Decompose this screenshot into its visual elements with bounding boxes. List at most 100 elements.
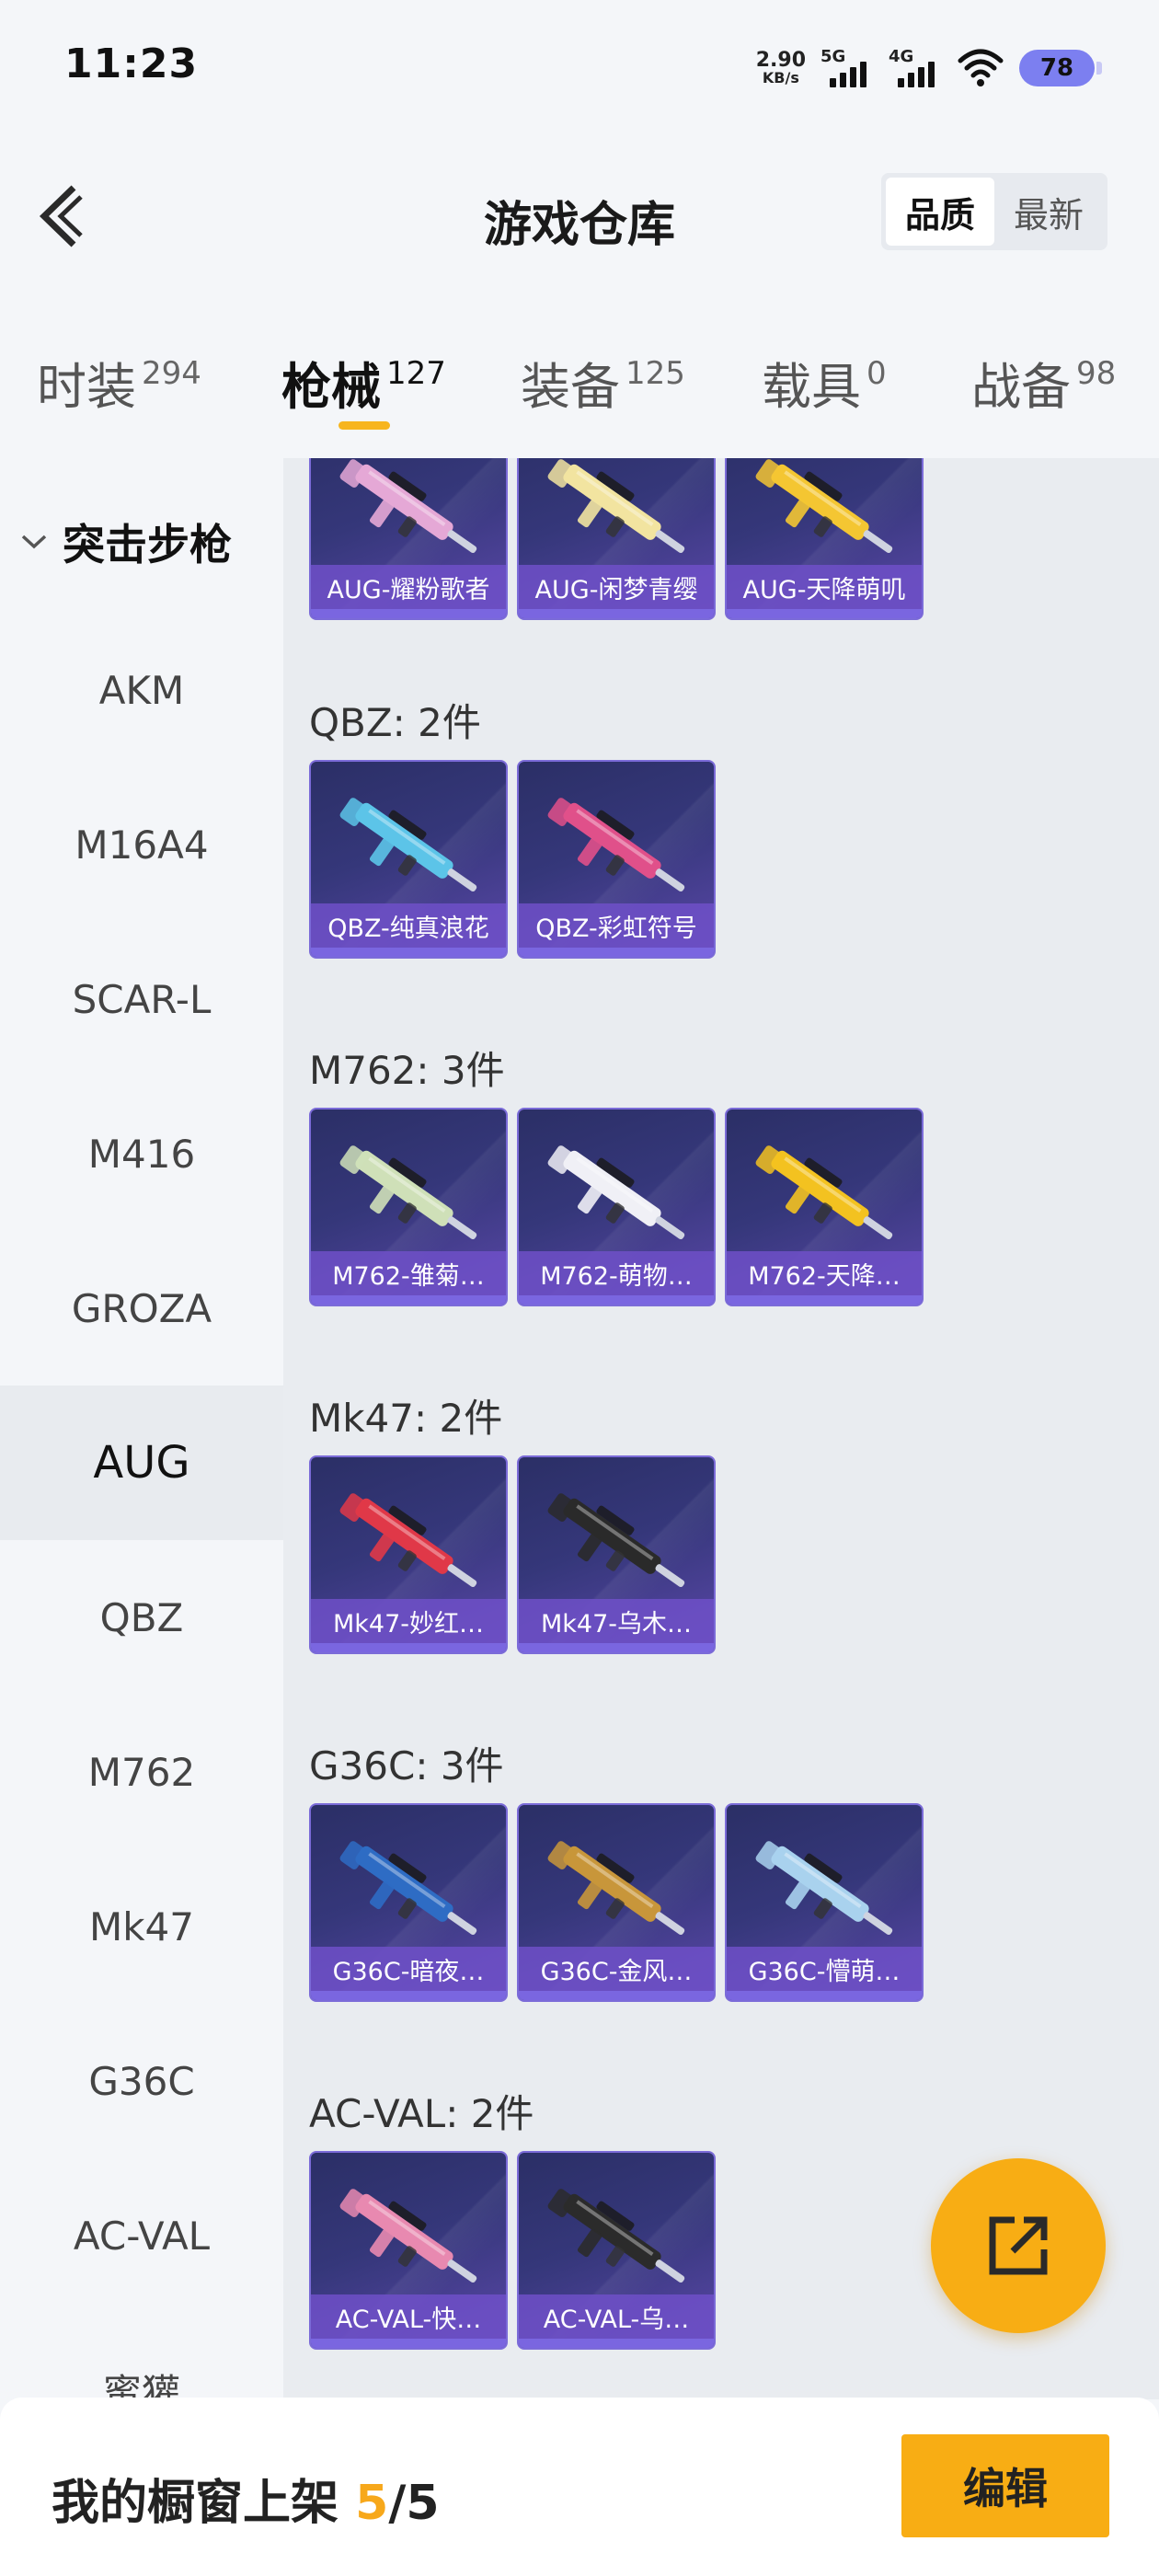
sidebar-item-qbz[interactable]: QBZ bbox=[0, 1540, 283, 1695]
skin-card-label: AC-VAL-快… bbox=[311, 2294, 506, 2339]
rifle-skin-image bbox=[547, 1493, 685, 1588]
sidebar-item-m762[interactable]: M762 bbox=[0, 1695, 283, 1849]
card-bottom-edge bbox=[519, 1643, 714, 1652]
sort-option-quality[interactable]: 品质 bbox=[886, 178, 994, 246]
skin-card-label: G36C-暗夜… bbox=[311, 1947, 506, 1991]
card-bottom-edge bbox=[519, 2339, 714, 2348]
section-title: AC-VAL: 2件 bbox=[309, 2091, 534, 2136]
skin-card[interactable]: AUG-天降萌叽 bbox=[725, 458, 924, 620]
card-bottom-edge bbox=[519, 609, 714, 618]
skin-card[interactable]: AUG-闲梦青缨 bbox=[517, 458, 716, 620]
section-title: M762: 3件 bbox=[309, 1048, 505, 1093]
skin-card[interactable]: Mk47-妙红… bbox=[309, 1455, 508, 1654]
category-tabs: 时装 294 枪械 127 装备 125 载具 0 战备 98 bbox=[0, 311, 1159, 458]
sidebar-group-label: 突击步枪 bbox=[63, 520, 232, 569]
tab-count: 125 bbox=[625, 355, 685, 392]
sidebar-item-scar-l[interactable]: SCAR-L bbox=[0, 922, 283, 1076]
showcase-status: 我的橱窗上架 5/5 bbox=[52, 2464, 440, 2533]
sidebar-group-assault-rifles[interactable]: 突击步枪 bbox=[20, 512, 232, 572]
rifle-skin-image bbox=[339, 1493, 477, 1588]
sidebar-item-m416[interactable]: M416 bbox=[0, 1076, 283, 1231]
rifle-skin-image bbox=[755, 1145, 893, 1240]
skin-card-label: AC-VAL-乌… bbox=[519, 2294, 714, 2339]
sidebar-item-aug[interactable]: AUG bbox=[0, 1386, 283, 1540]
skin-card[interactable]: M762-天降… bbox=[725, 1108, 924, 1306]
skin-card[interactable]: G36C-暗夜… bbox=[309, 1803, 508, 2002]
section-title: QBZ: 2件 bbox=[309, 700, 481, 745]
skin-card[interactable]: AC-VAL-乌… bbox=[517, 2151, 716, 2350]
sort-option-newest[interactable]: 最新 bbox=[994, 178, 1103, 246]
tab-label: 战备 bbox=[971, 358, 1071, 416]
status-icons: 2.90 KB/s 5G 4G 78 bbox=[755, 40, 1102, 96]
wifi-icon bbox=[958, 49, 1004, 86]
rifle-skin-image bbox=[755, 1841, 893, 1936]
sidebar-item-mk47[interactable]: Mk47 bbox=[0, 1849, 283, 2004]
signal-5g-icon: 5G bbox=[820, 47, 874, 89]
sidebar-item-g36c[interactable]: G36C bbox=[0, 2004, 283, 2158]
share-external-icon bbox=[989, 2216, 1048, 2275]
skin-card-label: Mk47-乌木… bbox=[519, 1599, 714, 1643]
showcase-count: 5 bbox=[355, 2476, 389, 2531]
sidebar-item-honey-badger[interactable]: 蜜獾 bbox=[0, 2313, 283, 2400]
card-bottom-edge bbox=[519, 948, 714, 957]
sidebar-item-akm[interactable]: AKM bbox=[0, 613, 283, 767]
skin-card-label: QBZ-纯真浪花 bbox=[311, 903, 506, 948]
skin-card[interactable]: Mk47-乌木… bbox=[517, 1455, 716, 1654]
battery-level: 78 bbox=[1039, 54, 1074, 82]
skin-card-label: G36C-懵萌… bbox=[727, 1947, 922, 1991]
skin-card[interactable]: G36C-金风… bbox=[517, 1803, 716, 2002]
bottom-bar: 我的橱窗上架 5/5 编辑 bbox=[0, 2398, 1159, 2576]
rifle-skin-image bbox=[547, 798, 685, 892]
sidebar-item-ac-val[interactable]: AC-VAL bbox=[0, 2158, 283, 2313]
skin-card-label: Mk47-妙红… bbox=[311, 1599, 506, 1643]
skin-card[interactable]: AC-VAL-快… bbox=[309, 2151, 508, 2350]
skin-card-label: AUG-闲梦青缨 bbox=[519, 565, 714, 609]
rifle-skin-image bbox=[339, 2189, 477, 2283]
tab-equipment[interactable]: 装备 125 bbox=[521, 346, 685, 419]
weapon-skin-list: AUG-耀粉歌者 AUG-闲梦青缨 AUG-天降萌叽 QBZ: 2件 QBZ-纯真浪花 Q… bbox=[283, 458, 1159, 2399]
tab-fashion[interactable]: 时装 294 bbox=[37, 346, 201, 419]
skin-card[interactable]: M762-萌物… bbox=[517, 1108, 716, 1306]
rifle-skin-image bbox=[339, 1841, 477, 1936]
card-bottom-edge bbox=[727, 1991, 922, 2000]
tab-count: 127 bbox=[386, 355, 446, 392]
share-button[interactable] bbox=[931, 2158, 1106, 2333]
skin-card-label: QBZ-彩虹符号 bbox=[519, 903, 714, 948]
skin-card[interactable]: QBZ-纯真浪花 bbox=[309, 760, 508, 959]
card-bottom-edge bbox=[519, 1295, 714, 1305]
card-bottom-edge bbox=[311, 1295, 506, 1305]
header: 游戏仓库 品质 最新 bbox=[0, 121, 1159, 311]
battery-indicator: 78 bbox=[1019, 50, 1102, 86]
section-title: G36C: 3件 bbox=[309, 1743, 504, 1788]
card-bottom-edge bbox=[311, 609, 506, 618]
rifle-skin-image bbox=[547, 1145, 685, 1240]
tab-vehicles[interactable]: 载具 0 bbox=[762, 346, 887, 419]
skin-card-label: M762-萌物… bbox=[519, 1251, 714, 1295]
weapon-type-sidebar: 突击步枪 AKM M16A4 SCAR-L M416 GROZA AUG QBZ… bbox=[0, 458, 283, 2399]
card-bottom-edge bbox=[311, 2339, 506, 2348]
skin-card-label: AUG-耀粉歌者 bbox=[311, 565, 506, 609]
skin-card[interactable]: G36C-懵萌… bbox=[725, 1803, 924, 2002]
showcase-total: 5 bbox=[406, 2476, 440, 2531]
tab-count: 294 bbox=[142, 355, 201, 392]
tab-battle-prep[interactable]: 战备 98 bbox=[971, 346, 1116, 419]
tab-label: 枪械 bbox=[281, 358, 381, 416]
net-speed-value: 2.90 bbox=[755, 49, 806, 72]
section-title: Mk47: 2件 bbox=[309, 1396, 503, 1441]
rifle-skin-image bbox=[339, 798, 477, 892]
skin-card[interactable]: QBZ-彩虹符号 bbox=[517, 760, 716, 959]
tab-label: 时装 bbox=[37, 358, 136, 416]
skin-card-label: G36C-金风… bbox=[519, 1947, 714, 1991]
signal-4g-icon: 4G bbox=[889, 47, 942, 89]
skin-card[interactable]: AUG-耀粉歌者 bbox=[309, 458, 508, 620]
tab-label: 载具 bbox=[762, 358, 861, 416]
card-bottom-edge bbox=[727, 1295, 922, 1305]
chevron-down-icon bbox=[21, 535, 47, 549]
edit-button[interactable]: 编辑 bbox=[901, 2434, 1109, 2537]
sidebar-item-groza[interactable]: GROZA bbox=[0, 1231, 283, 1386]
tab-guns[interactable]: 枪械 127 bbox=[281, 346, 446, 419]
skin-card[interactable]: M762-雏菊… bbox=[309, 1108, 508, 1306]
rifle-skin-image bbox=[547, 1841, 685, 1936]
sidebar-item-m16a4[interactable]: M16A4 bbox=[0, 767, 283, 922]
tab-label: 装备 bbox=[521, 358, 620, 416]
